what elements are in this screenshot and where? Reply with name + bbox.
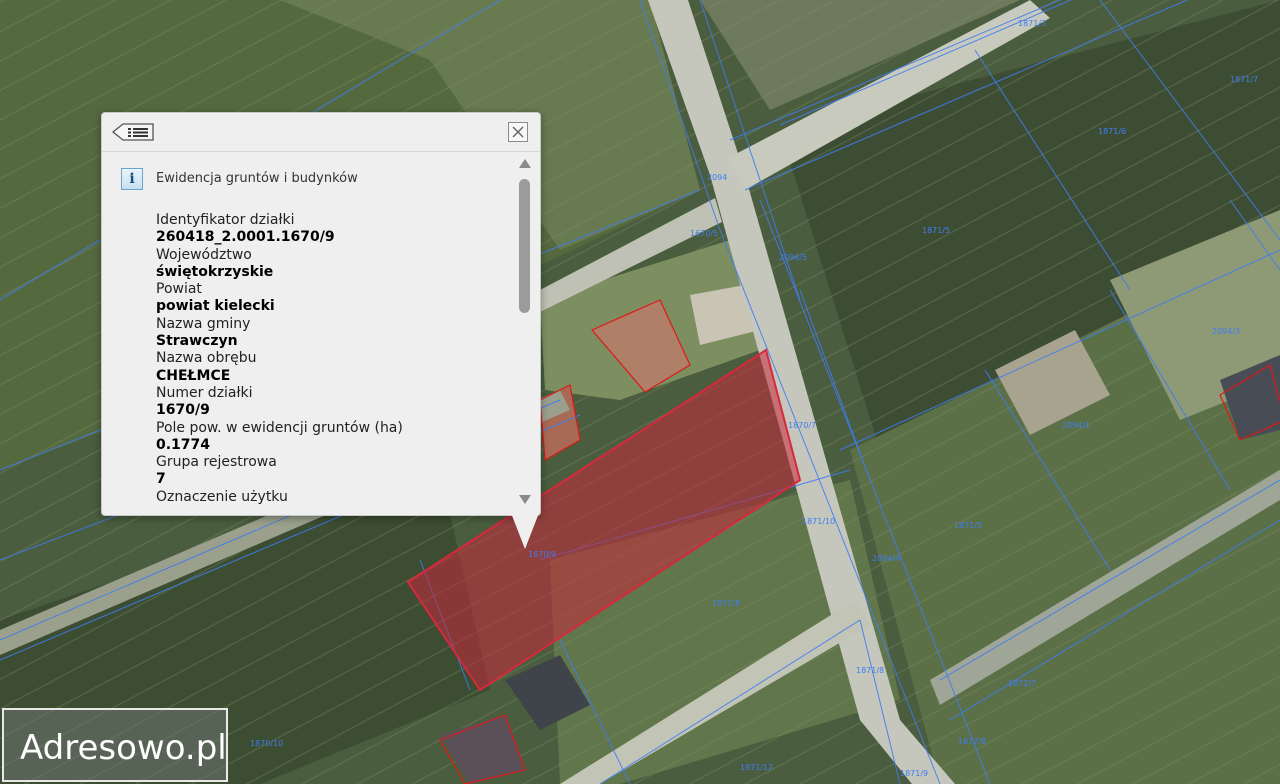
adresowo-logo[interactable]: Adresowo.pl (2, 708, 228, 782)
parcel-label: 1871/12 (740, 763, 773, 772)
field-label: Powiat (156, 281, 202, 298)
field-value: 7 (156, 471, 166, 488)
field-value: powiat kielecki (156, 298, 275, 315)
popup-scrollbar[interactable] (516, 153, 534, 513)
parcel-label: 1677/8 (958, 737, 986, 746)
parcel-label: 1870/7 (788, 421, 816, 430)
parcel-label: 1870/10 (250, 739, 283, 748)
field-label: Identyfikator działki (156, 212, 295, 228)
parcel-label: 1871/3 (1018, 19, 1046, 28)
field-label: Pole pow. w ewidencji gruntów (ha) (156, 419, 403, 436)
parcel-label: 1871/7 (1230, 75, 1258, 84)
parcel-label: 1670/9 (528, 550, 556, 559)
popup-title: Ewidencja gruntów i budynków (156, 171, 358, 186)
popup-body[interactable]: i Ewidencja gruntów i budynków Identyfik… (102, 152, 512, 514)
logo-text: Adresowo.pl (20, 728, 227, 768)
parcel-label: 1871/6 (1098, 127, 1126, 136)
scroll-thumb[interactable] (519, 179, 530, 313)
field-label: Województwo (156, 246, 252, 263)
field-value: Strawczyn (156, 333, 238, 350)
field-value: 1670/9 (156, 402, 210, 419)
parcel-label: 1872/7 (1008, 679, 1036, 688)
parcel-label: 1871/8 (856, 666, 884, 675)
parcel-label: 1871/9 (900, 769, 928, 778)
field-label: Oznaczenie użytku (156, 488, 288, 505)
info-icon: i (121, 168, 143, 190)
popup-header (102, 113, 540, 152)
parcel-label: 2094/1 (1062, 421, 1090, 430)
parcel-info-popup: i Ewidencja gruntów i budynków Identyfik… (101, 112, 541, 516)
list-menu-icon[interactable] (111, 122, 155, 142)
parcel-label: 1871/10 (802, 517, 835, 526)
parcel-label: 2094/3 (1212, 327, 1240, 336)
scroll-down-icon[interactable] (519, 495, 531, 504)
field-value: świętokrzyskie (156, 263, 274, 280)
parcel-label: 2094/4 (872, 554, 900, 563)
close-icon[interactable] (508, 122, 528, 142)
field-label: Nazwa gminy (156, 315, 251, 332)
field-label: Numer działki (156, 384, 253, 401)
parcel-label: 2094 (707, 173, 727, 182)
parcel-label: 2096/5 (779, 253, 807, 262)
popup-pointer (511, 513, 539, 549)
parcel-label: 1871/5 (954, 521, 982, 530)
parcel-label: 1670/5 (690, 229, 718, 238)
parcel-fields: Identyfikator działki 260418_2.0001.1670… (156, 212, 506, 506)
scroll-up-icon[interactable] (519, 159, 531, 168)
parcel-label: 1871/8 (712, 599, 740, 608)
field-label: Nazwa obrębu (156, 350, 257, 367)
field-label: Grupa rejestrowa (156, 454, 277, 471)
field-value: 260418_2.0001.1670/9 (156, 229, 335, 246)
parcel-label: 1871/5 (922, 226, 950, 235)
field-value: 0.1774 (156, 436, 211, 453)
field-value: CHEŁMCE (156, 367, 231, 384)
